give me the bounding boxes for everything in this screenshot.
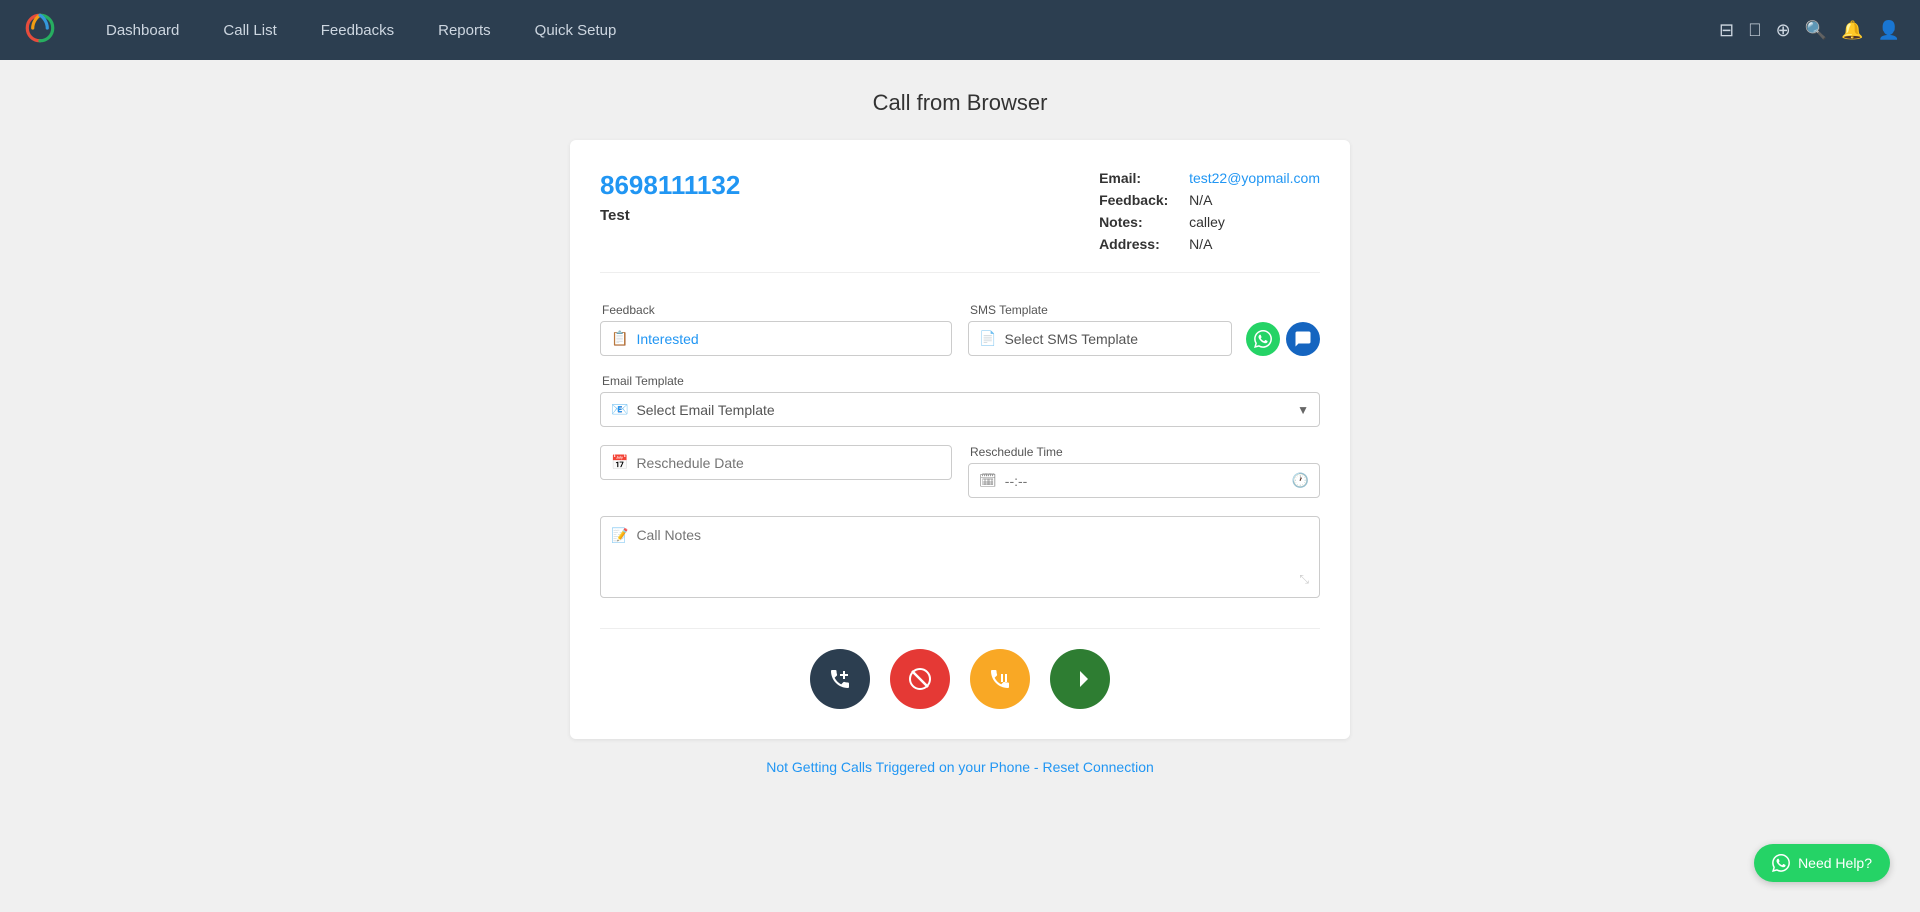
- calendar-icon: 📅: [611, 454, 628, 471]
- email-template-wrapper: 📧 Select Email Template ▼: [600, 392, 1320, 427]
- nav-reports[interactable]: Reports: [416, 0, 513, 60]
- sms-actions: [1246, 322, 1320, 356]
- nav-links: Dashboard Call List Feedbacks Reports Qu…: [84, 0, 1719, 60]
- contact-right: Email: test22@yopmail.com Feedback: N/A …: [1099, 170, 1320, 252]
- search-icon[interactable]: 🔍: [1805, 20, 1827, 41]
- reschedule-date-input[interactable]: [636, 455, 941, 471]
- feedback-info-value: N/A: [1189, 192, 1212, 208]
- notes-row: Notes: calley: [1099, 214, 1320, 230]
- feedback-row: Feedback: N/A: [1099, 192, 1320, 208]
- call-card: 8698111132 Test Email: test22@yopmail.co…: [570, 140, 1350, 739]
- reschedule-date-wrapper: 📅: [600, 445, 952, 480]
- address-row: Address: N/A: [1099, 236, 1320, 252]
- nav-icons: ⊟  ⊕ 🔍 🔔 👤: [1719, 20, 1900, 41]
- reject-button[interactable]: [890, 649, 950, 709]
- need-help-button[interactable]: Need Help?: [1754, 844, 1890, 882]
- action-buttons: [600, 628, 1320, 709]
- notes-label: Notes:: [1099, 214, 1179, 230]
- notes-value: calley: [1189, 214, 1225, 230]
- apple-icon[interactable]: : [1748, 20, 1762, 41]
- sms-icon: 📄: [979, 330, 996, 347]
- feedback-wrapper: 📋 Interested: [600, 321, 952, 356]
- sms-template-label: SMS Template: [968, 303, 1320, 317]
- support-icon[interactable]: ⊕: [1776, 20, 1791, 41]
- resize-handle: ⤡: [1299, 572, 1309, 587]
- phone-number: 8698111132: [600, 170, 740, 201]
- main-content: Call from Browser 8698111132 Test Email:…: [0, 60, 1920, 795]
- whatsapp-button[interactable]: [1246, 322, 1280, 356]
- callback-button[interactable]: [810, 649, 870, 709]
- email-template-select[interactable]: Select Email Template: [636, 402, 1297, 418]
- reschedule-time-input[interactable]: [1005, 473, 1309, 489]
- reset-connection-link[interactable]: Not Getting Calls Triggered on your Phon…: [766, 759, 1154, 775]
- reschedule-time-label: Reschedule Time: [968, 445, 1320, 459]
- navbar: Dashboard Call List Feedbacks Reports Qu…: [0, 0, 1920, 60]
- bell-icon[interactable]: 🔔: [1841, 20, 1863, 41]
- address-label: Address:: [1099, 236, 1179, 252]
- reschedule-date-group: 📅: [600, 445, 952, 498]
- android-icon[interactable]: ⊟: [1719, 20, 1734, 41]
- sms-template-wrapper: 📄 Select SMS Template: [968, 321, 1232, 356]
- time-cal-icon: 🗓: [979, 472, 997, 489]
- feedback-sms-row: Feedback 📋 Interested SMS Template 📄: [600, 303, 1320, 356]
- notes-icon: 📝: [611, 527, 628, 544]
- feedback-icon: 📋: [611, 330, 628, 347]
- call-notes-wrapper: 📝 ⤡: [600, 516, 1320, 598]
- contact-section: 8698111132 Test Email: test22@yopmail.co…: [600, 170, 1320, 273]
- nav-dashboard[interactable]: Dashboard: [84, 0, 201, 60]
- sms-template-select[interactable]: Select SMS Template: [1004, 331, 1221, 347]
- call-notes-group: 📝 ⤡: [600, 516, 1320, 598]
- feedback-group: Feedback 📋 Interested: [600, 303, 952, 356]
- email-label: Email:: [1099, 170, 1179, 186]
- reschedule-row: 📅 Reschedule Time 🗓 🕐: [600, 445, 1320, 498]
- user-icon[interactable]: 👤: [1878, 20, 1900, 41]
- reschedule-time-group: Reschedule Time 🗓 🕐: [968, 445, 1320, 498]
- form-section: Feedback 📋 Interested SMS Template 📄: [600, 303, 1320, 598]
- nav-quick-setup[interactable]: Quick Setup: [513, 0, 639, 60]
- email-template-icon: 📧: [611, 401, 628, 418]
- call-notes-textarea[interactable]: [636, 527, 1299, 587]
- contact-left: 8698111132 Test: [600, 170, 740, 252]
- forward-button[interactable]: [1050, 649, 1110, 709]
- feedback-select[interactable]: Interested: [636, 331, 941, 347]
- reschedule-time-wrapper: 🗓 🕐: [968, 463, 1320, 498]
- page-title: Call from Browser: [873, 90, 1048, 116]
- call-notes-row: 📝 ⤡: [600, 516, 1320, 598]
- logo[interactable]: [20, 8, 64, 52]
- email-template-group: Email Template 📧 Select Email Template ▼: [600, 374, 1320, 427]
- sms-send-button[interactable]: [1286, 322, 1320, 356]
- sms-template-group: SMS Template 📄 Select SMS Template: [968, 303, 1320, 356]
- nav-feedbacks[interactable]: Feedbacks: [299, 0, 416, 60]
- hold-button[interactable]: [970, 649, 1030, 709]
- email-row: Email: test22@yopmail.com: [1099, 170, 1320, 186]
- need-help-label: Need Help?: [1798, 855, 1872, 871]
- contact-name: Test: [600, 207, 740, 224]
- feedback-info-label: Feedback:: [1099, 192, 1179, 208]
- email-template-arrow: ▼: [1297, 403, 1309, 417]
- address-value: N/A: [1189, 236, 1212, 252]
- email-template-row: Email Template 📧 Select Email Template ▼: [600, 374, 1320, 427]
- feedback-label: Feedback: [600, 303, 952, 317]
- email-value: test22@yopmail.com: [1189, 170, 1320, 186]
- email-template-label: Email Template: [600, 374, 1320, 388]
- nav-call-list[interactable]: Call List: [201, 0, 298, 60]
